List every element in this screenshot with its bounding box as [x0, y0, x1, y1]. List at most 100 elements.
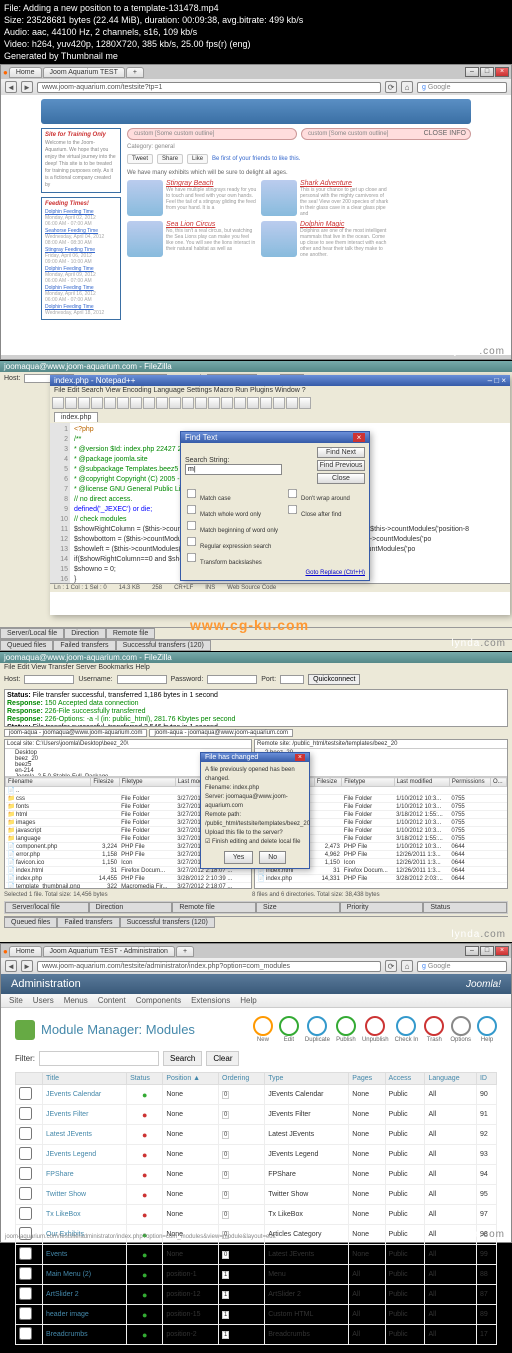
tb-new-icon[interactable]	[52, 397, 64, 409]
tb-close-icon[interactable]	[104, 397, 116, 409]
tb-save-icon[interactable]	[78, 397, 90, 409]
tb-play-icon[interactable]	[299, 397, 311, 409]
col-header[interactable]: Filename	[6, 778, 91, 787]
row-checkbox[interactable]	[19, 1087, 32, 1100]
file-row[interactable]: template_thumbnail.png322Macromedia Fir.…	[6, 883, 251, 889]
module-row[interactable]: Tx LikeBox●None0Tx LikeBoxNonePublicAll9…	[16, 1205, 497, 1225]
status-icon[interactable]: ●	[142, 1250, 147, 1260]
tweet-button[interactable]: Tweet	[127, 154, 153, 164]
tb-undo-icon[interactable]	[169, 397, 181, 409]
module-row[interactable]: Breadcrumbs●position-21BreadcrumbsAllPub…	[16, 1325, 497, 1345]
menu-item[interactable]: Menus	[64, 996, 88, 1005]
row-checkbox[interactable]	[19, 1167, 32, 1180]
module-row[interactable]: Twitter Show●None0Twitter ShowNonePublic…	[16, 1185, 497, 1205]
module-title-link[interactable]: Main Menu (2)	[46, 1271, 91, 1278]
module-row[interactable]: Main Menu (2)●position-11MenuAllPublicAl…	[16, 1265, 497, 1285]
back-button[interactable]: ◄	[5, 81, 17, 93]
tab-new[interactable]: +	[126, 67, 144, 78]
module-title-link[interactable]: Breadcrumbs	[46, 1331, 88, 1338]
status-icon[interactable]: ●	[142, 1330, 147, 1340]
col-header[interactable]: Ordering	[219, 1073, 265, 1085]
module-title-link[interactable]: ArtSlider 2	[46, 1291, 79, 1298]
module-row[interactable]: Events●None0Latest JEventsNonePublicAll9…	[16, 1245, 497, 1265]
fz-success[interactable]: Successful transfers (120)	[116, 640, 211, 651]
menu-item[interactable]: Users	[33, 996, 54, 1005]
fz-tab-remote[interactable]: Remote file	[106, 628, 155, 639]
q-col[interactable]: Server/local file	[5, 902, 89, 913]
find-opt[interactable]: Match beginning of word only	[185, 519, 278, 534]
tb-replace-icon[interactable]	[208, 397, 220, 409]
forward-button[interactable]: ►	[21, 81, 33, 93]
col-header[interactable]: Language	[425, 1073, 477, 1085]
module-row[interactable]: FPShare●None0FPShareNonePublicAll94	[16, 1165, 497, 1185]
module-title-link[interactable]: JEvents Legend	[46, 1151, 96, 1158]
col-header[interactable]: Filetype	[342, 778, 394, 787]
tb-print-icon[interactable]	[117, 397, 129, 409]
fz-tab-dir[interactable]: Direction	[64, 628, 106, 639]
changed-checkbox[interactable]: ☑ Finish editing and delete local file	[205, 838, 305, 847]
q-col[interactable]: Remote file	[172, 902, 256, 913]
fz-menubar[interactable]: File Edit View Transfer Server Bookmarks…	[0, 663, 512, 672]
changed-titlebar[interactable]: File has changed×	[201, 753, 309, 762]
module-row[interactable]: JEvents Legend●None0JEvents LegendNonePu…	[16, 1145, 497, 1165]
file-row[interactable]: index.php14,455PHP File3/28/2012 2:10:39…	[6, 875, 251, 883]
col-header[interactable]: Status	[127, 1073, 163, 1085]
q-col[interactable]: Direction	[89, 902, 173, 913]
action-help[interactable]: Help	[477, 1016, 497, 1043]
action-publish[interactable]: Publish	[336, 1016, 356, 1043]
status-icon[interactable]: ●	[142, 1110, 147, 1120]
home-button[interactable]: ⌂	[401, 81, 413, 93]
card-title[interactable]: Sea Lion Circus	[166, 221, 257, 228]
card-title[interactable]: Dolphin Magic	[300, 221, 391, 228]
share-button[interactable]: Share	[157, 154, 183, 164]
row-checkbox[interactable]	[19, 1327, 32, 1340]
status-icon[interactable]: ●	[142, 1170, 147, 1180]
module-row[interactable]: ArtSlider 2●position-121ArtSlider 2AllPu…	[16, 1285, 497, 1305]
col-header[interactable]: Permissions	[449, 778, 490, 787]
quickconnect-button[interactable]: Quickconnect	[308, 674, 360, 685]
maximize-button[interactable]: □	[480, 946, 494, 956]
changed-close-button[interactable]: ×	[295, 754, 305, 761]
host-input[interactable]	[24, 675, 74, 684]
module-title-link[interactable]: JEvents Calendar	[46, 1091, 101, 1098]
row-checkbox[interactable]	[19, 1147, 32, 1160]
fz-message-log[interactable]: Status: File transfer successful, transf…	[4, 689, 508, 727]
tb-zoom-out-icon[interactable]	[234, 397, 246, 409]
module-row[interactable]: JEvents Calendar●None0JEvents CalendarNo…	[16, 1085, 497, 1105]
maximize-button[interactable]: □	[480, 67, 494, 77]
no-button[interactable]: No	[259, 851, 286, 864]
search-box[interactable]: gGoogle	[417, 961, 507, 972]
tb-chars-icon[interactable]	[260, 397, 272, 409]
action-new[interactable]: New	[253, 1016, 273, 1043]
row-checkbox[interactable]	[19, 1187, 32, 1200]
search-button[interactable]: Search	[163, 1051, 202, 1066]
col-header[interactable]: Access	[385, 1073, 425, 1085]
status-icon[interactable]: ●	[142, 1310, 147, 1320]
port-input[interactable]	[280, 675, 304, 684]
row-checkbox[interactable]	[19, 1107, 32, 1120]
user-input[interactable]	[117, 675, 167, 684]
q-tab[interactable]: Queued files	[4, 917, 57, 928]
module-title-link[interactable]: Twitter Show	[46, 1191, 86, 1198]
menu-item[interactable]: Components	[136, 996, 181, 1005]
tb-copy-icon[interactable]	[143, 397, 155, 409]
col-header[interactable]: ID	[476, 1073, 496, 1085]
filter-input[interactable]	[39, 1051, 159, 1066]
tab-admin[interactable]: Joom Aquarium TEST - Administration	[43, 946, 175, 957]
tab-new[interactable]: +	[176, 946, 194, 957]
col-header[interactable]: Filetype	[119, 778, 175, 787]
minimize-button[interactable]: –	[465, 946, 479, 956]
col-header[interactable]: Filesize	[91, 778, 119, 787]
find-opt[interactable]: Match whole word only	[185, 503, 278, 518]
card-title[interactable]: Stingray Beach	[166, 180, 257, 187]
menu-item[interactable]: Help	[240, 996, 256, 1005]
col-header[interactable]: Last modified	[394, 778, 449, 787]
find-opt[interactable]: Close after find	[286, 503, 350, 518]
tab-home[interactable]: Home	[9, 67, 42, 78]
pass-input[interactable]	[207, 675, 257, 684]
q-tab[interactable]: Failed transfers	[57, 917, 119, 928]
status-icon[interactable]: ●	[142, 1290, 147, 1300]
find-close-button[interactable]: ×	[353, 433, 365, 442]
action-unpublish[interactable]: Unpublish	[362, 1016, 389, 1043]
module-title-link[interactable]: Events	[46, 1251, 67, 1258]
